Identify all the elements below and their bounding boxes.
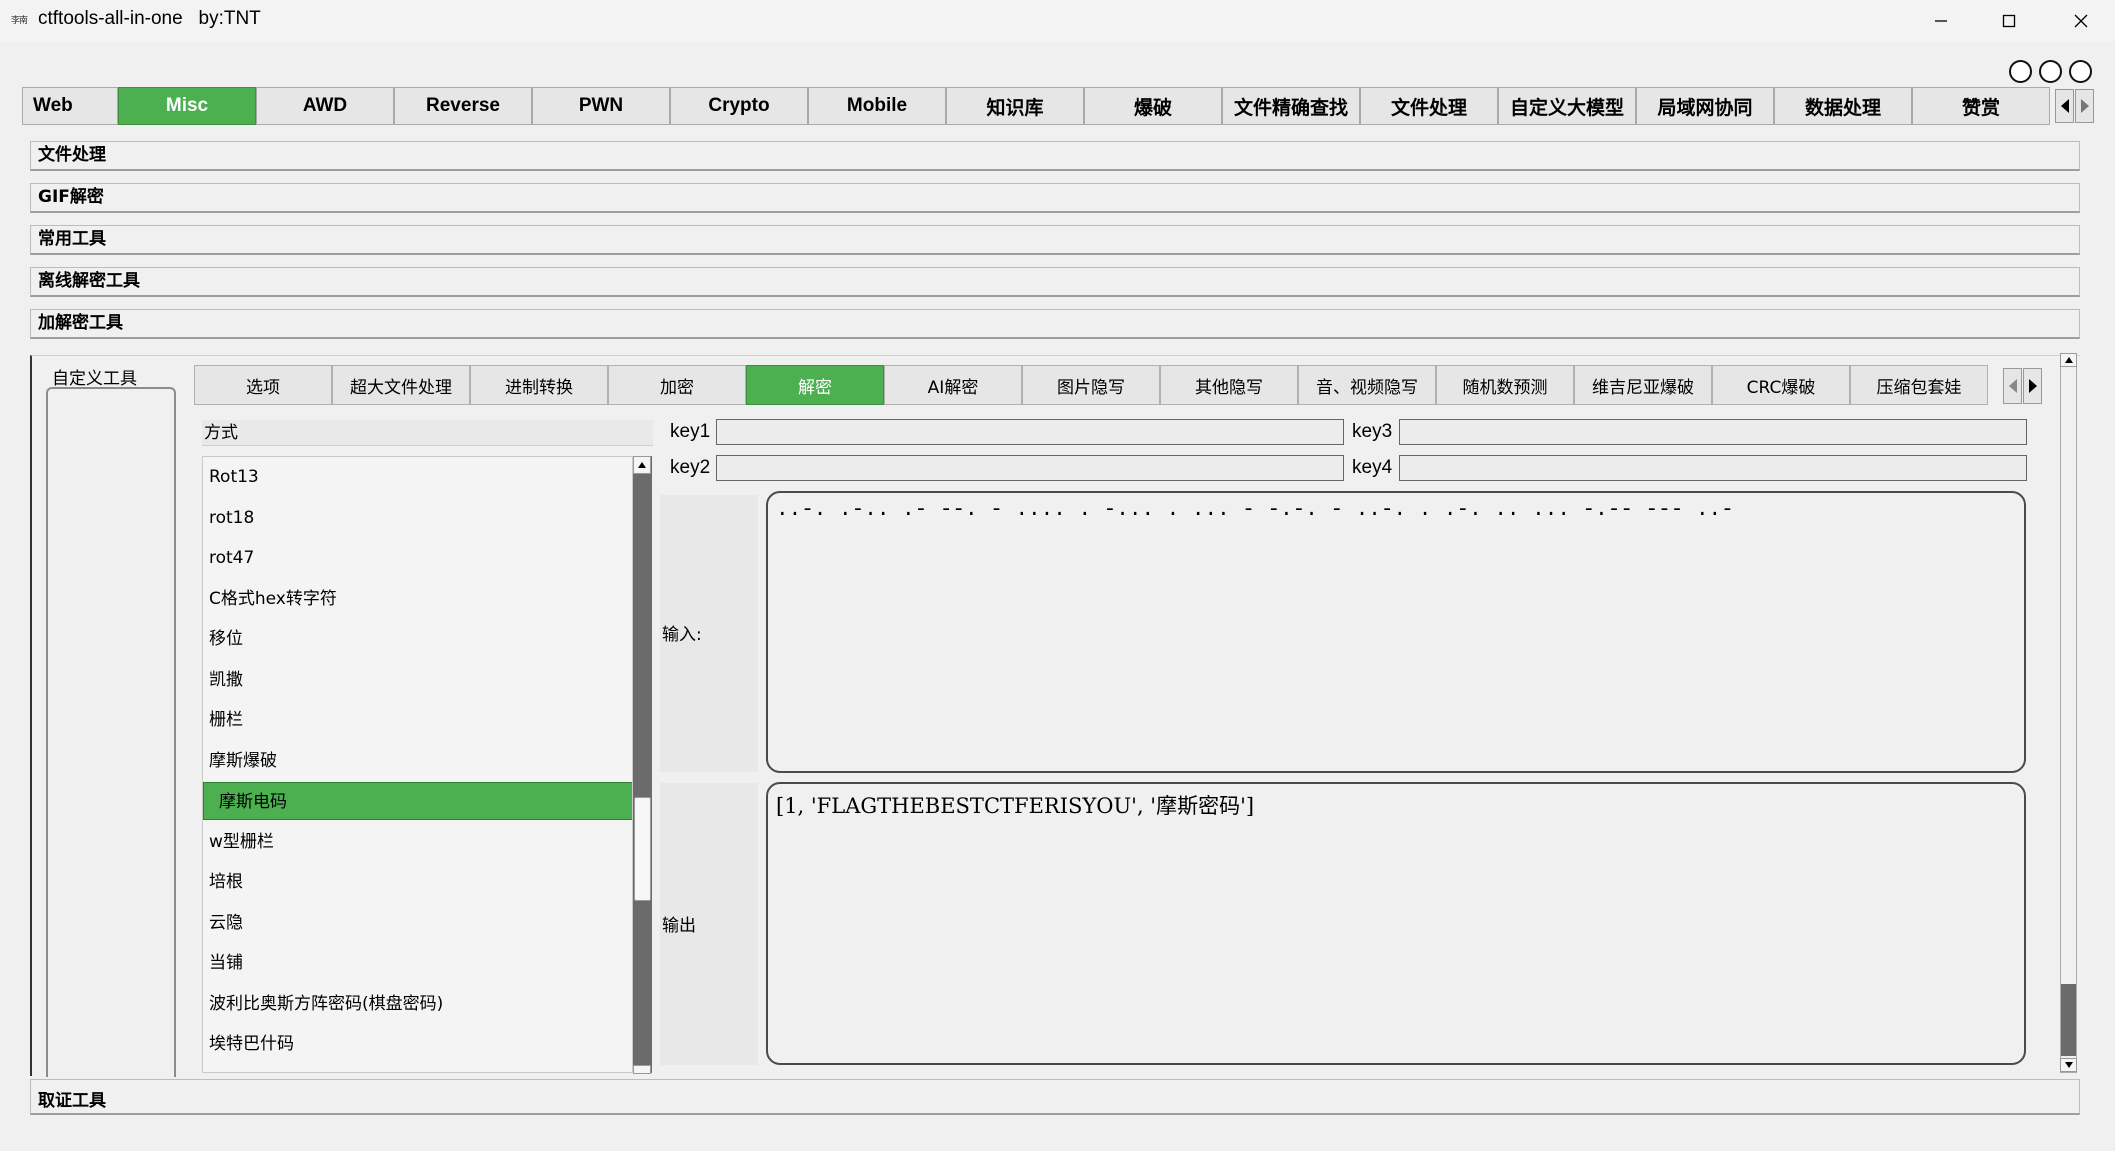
close-icon: [2074, 14, 2088, 28]
method-list-scrollbar[interactable]: [633, 456, 652, 1073]
list-item[interactable]: w型栅栏: [203, 823, 632, 861]
window-title: ctftools-all-in-one by:TNT: [38, 8, 261, 29]
maximize-icon: [2002, 14, 2016, 28]
section-encrypt-decrypt[interactable]: 加解密工具: [30, 309, 2080, 339]
main-tab-2[interactable]: AWD: [256, 87, 394, 125]
custom-tools-box: [46, 387, 176, 1077]
panel-scroll-thumb[interactable]: [2061, 984, 2076, 1056]
list-item[interactable]: 移位: [203, 620, 632, 658]
triangle-right-icon: [2028, 379, 2037, 393]
sub-tab-11[interactable]: CRC爆破: [1712, 365, 1850, 405]
key3-label: key3: [1352, 421, 1393, 442]
section-gif-decrypt[interactable]: GIF解密: [30, 183, 2080, 213]
sub-tab-scroll-right[interactable]: [2023, 368, 2042, 404]
list-item[interactable]: 栅栏: [203, 701, 632, 739]
list-item[interactable]: 凯撒: [203, 661, 632, 699]
main-tab-6[interactable]: Mobile: [808, 87, 946, 125]
app-icon: 李南: [11, 16, 28, 26]
triangle-right-icon: [2080, 99, 2089, 113]
list-item[interactable]: 云隐: [203, 904, 632, 942]
scroll-up-button[interactable]: [633, 456, 651, 474]
section-offline-decrypt[interactable]: 离线解密工具: [30, 267, 2080, 297]
section-forensics[interactable]: 取证工具: [30, 1079, 2080, 1115]
panel-scroll-down[interactable]: [2060, 1058, 2077, 1072]
main-tab-5[interactable]: Crypto: [670, 87, 808, 125]
indicator-circle-1[interactable]: [2009, 60, 2032, 83]
list-item[interactable]: 埃特巴什码: [203, 1025, 632, 1063]
sub-tab-10[interactable]: 维吉尼亚爆破: [1574, 365, 1712, 405]
panel-scrollbar[interactable]: [2060, 353, 2077, 1073]
minimize-button[interactable]: [1910, 0, 1972, 42]
sub-tab-8[interactable]: 音、视频隐写: [1298, 365, 1436, 405]
key3-input[interactable]: [1399, 419, 2027, 445]
main-tab-12[interactable]: 局域网协同: [1636, 87, 1774, 125]
sub-tab-4[interactable]: 解密: [746, 365, 884, 405]
minimize-icon: [1935, 20, 1947, 22]
section-common-tools[interactable]: 常用工具: [30, 225, 2080, 255]
sub-tab-scroll-left[interactable]: [2003, 368, 2022, 404]
input-label: 输入:: [660, 495, 758, 772]
output-label-text: 输出: [662, 916, 696, 936]
list-item[interactable]: rot47: [203, 539, 632, 577]
main-tab-9[interactable]: 文件精确查找: [1222, 87, 1360, 125]
main-tab-11[interactable]: 自定义大模型: [1498, 87, 1636, 125]
custom-tools-label: 自定义工具: [52, 369, 137, 389]
triangle-left-icon: [2060, 99, 2069, 113]
sub-tab-6[interactable]: 图片隐写: [1022, 365, 1160, 405]
sub-tab-2[interactable]: 进制转换: [470, 365, 608, 405]
sub-tab-0[interactable]: 选项: [194, 365, 332, 405]
triangle-up-icon: [638, 462, 646, 468]
triangle-down-icon: [2064, 1062, 2073, 1068]
indicator-circle-3[interactable]: [2069, 60, 2092, 83]
list-item[interactable]: 摩斯电码: [203, 782, 632, 820]
list-item[interactable]: rot18: [203, 499, 632, 537]
input-textarea[interactable]: ..-. .-.. .- --. - .... . -... . ... - -…: [766, 491, 2026, 773]
output-label: 输出: [660, 783, 758, 1065]
sub-tab-1[interactable]: 超大文件处理: [332, 365, 470, 405]
main-tab-0[interactable]: Web: [22, 87, 118, 125]
sub-tab-9[interactable]: 随机数预测: [1436, 365, 1574, 405]
close-button[interactable]: [2050, 0, 2112, 42]
key2-label: key2: [670, 457, 711, 478]
panel-scroll-up[interactable]: [2060, 353, 2077, 367]
list-item[interactable]: C格式hex转字符: [203, 580, 632, 618]
scroll-thumb[interactable]: [634, 797, 651, 901]
list-item[interactable]: 培根: [203, 863, 632, 901]
sub-tab-5[interactable]: AI解密: [884, 365, 1022, 405]
list-item[interactable]: Rot13: [203, 458, 632, 496]
main-tab-13[interactable]: 数据处理: [1774, 87, 1912, 125]
list-item[interactable]: 当铺: [203, 944, 632, 982]
main-tab-scroll-right[interactable]: [2075, 89, 2094, 123]
sub-tab-12[interactable]: 压缩包套娃: [1850, 365, 1988, 405]
output-textarea[interactable]: [1, 'FLAGTHEBESTCTFERISYOU', '摩斯密码']: [766, 782, 2026, 1065]
sub-tab-3[interactable]: 加密: [608, 365, 746, 405]
list-item[interactable]: 波利比奥斯方阵密码(棋盘密码): [203, 985, 632, 1023]
triangle-left-icon: [2008, 379, 2017, 393]
method-list[interactable]: Rot13 rot18 rot47 C格式hex转字符 移位 凯撒 栅栏 摩斯爆破 摩斯电码 w型…: [202, 456, 633, 1073]
maximize-button[interactable]: [1978, 0, 2040, 42]
key1-input[interactable]: [716, 419, 1344, 445]
main-tab-4[interactable]: PWN: [532, 87, 670, 125]
main-tab-scroll-left[interactable]: [2055, 89, 2074, 123]
main-tab-3[interactable]: Reverse: [394, 87, 532, 125]
main-tab-10[interactable]: 文件处理: [1360, 87, 1498, 125]
method-header: 方式: [202, 420, 653, 446]
triangle-up-icon: [2064, 357, 2073, 363]
input-label-text: 输入:: [662, 625, 702, 645]
key1-label: key1: [670, 421, 711, 442]
title-bar: 李南 ctftools-all-in-one by:TNT: [0, 0, 2115, 42]
scroll-down-button[interactable]: [633, 1065, 651, 1074]
list-item[interactable]: 摩斯爆破: [203, 742, 632, 780]
main-tab-8[interactable]: 爆破: [1084, 87, 1222, 125]
indicator-circle-2[interactable]: [2039, 60, 2062, 83]
sub-tab-7[interactable]: 其他隐写: [1160, 365, 1298, 405]
key4-label: key4: [1352, 457, 1393, 478]
main-tab-1[interactable]: Misc: [118, 87, 256, 125]
key4-input[interactable]: [1399, 455, 2027, 481]
main-tab-7[interactable]: 知识库: [946, 87, 1084, 125]
key2-input[interactable]: [716, 455, 1344, 481]
section-file-processing[interactable]: 文件处理: [30, 141, 2080, 171]
main-tab-14[interactable]: 赞赏: [1912, 87, 2050, 125]
